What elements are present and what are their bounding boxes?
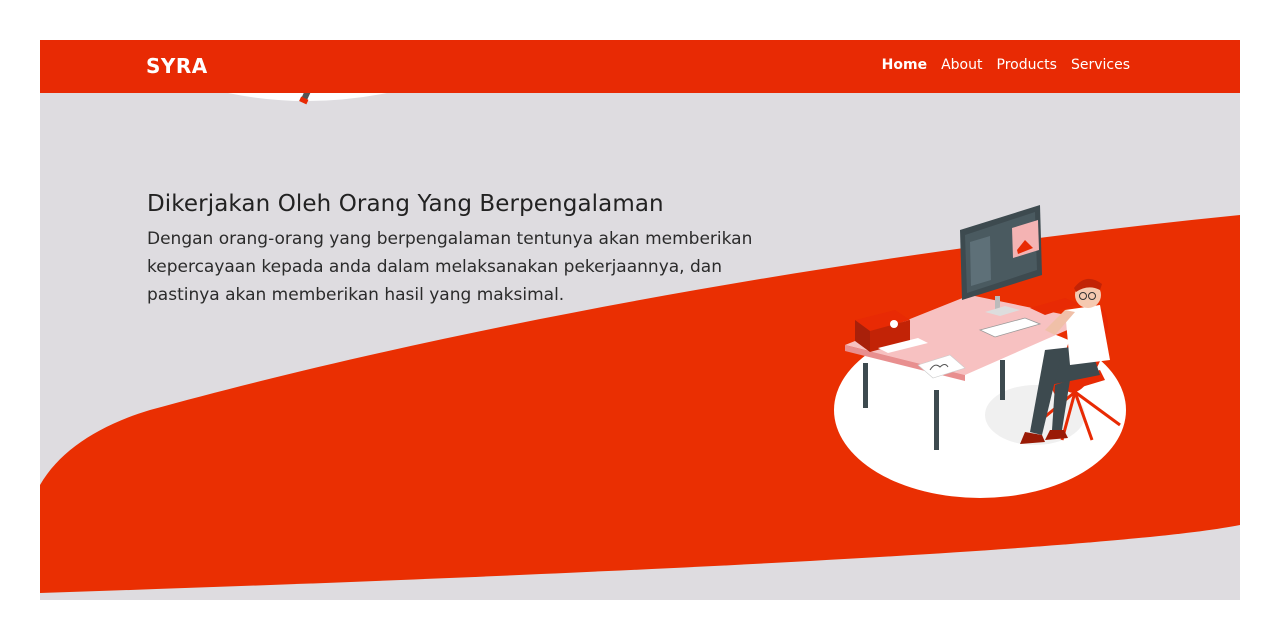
hero-content: Dikerjakan Oleh Orang Yang Berpengalaman… <box>147 191 787 309</box>
hero-headline: Dikerjakan Oleh Orang Yang Berpengalaman <box>147 191 664 217</box>
nav-link-home[interactable]: Home <box>882 57 927 73</box>
brand-logo[interactable]: SYRA <box>146 54 208 78</box>
navbar: SYRA Home About Products Services <box>40 40 1240 93</box>
nav-link-about[interactable]: About <box>941 57 982 73</box>
nav-links: Home About Products Services <box>882 57 1130 73</box>
nav-link-services[interactable]: Services <box>1071 57 1130 73</box>
desk-illustration <box>834 205 1126 498</box>
hero-description: Dengan orang-orang yang berpengalaman te… <box>147 229 753 305</box>
nav-link-products[interactable]: Products <box>997 57 1057 73</box>
page-frame: SYRA Home About Products Services Dikerj… <box>40 40 1240 600</box>
